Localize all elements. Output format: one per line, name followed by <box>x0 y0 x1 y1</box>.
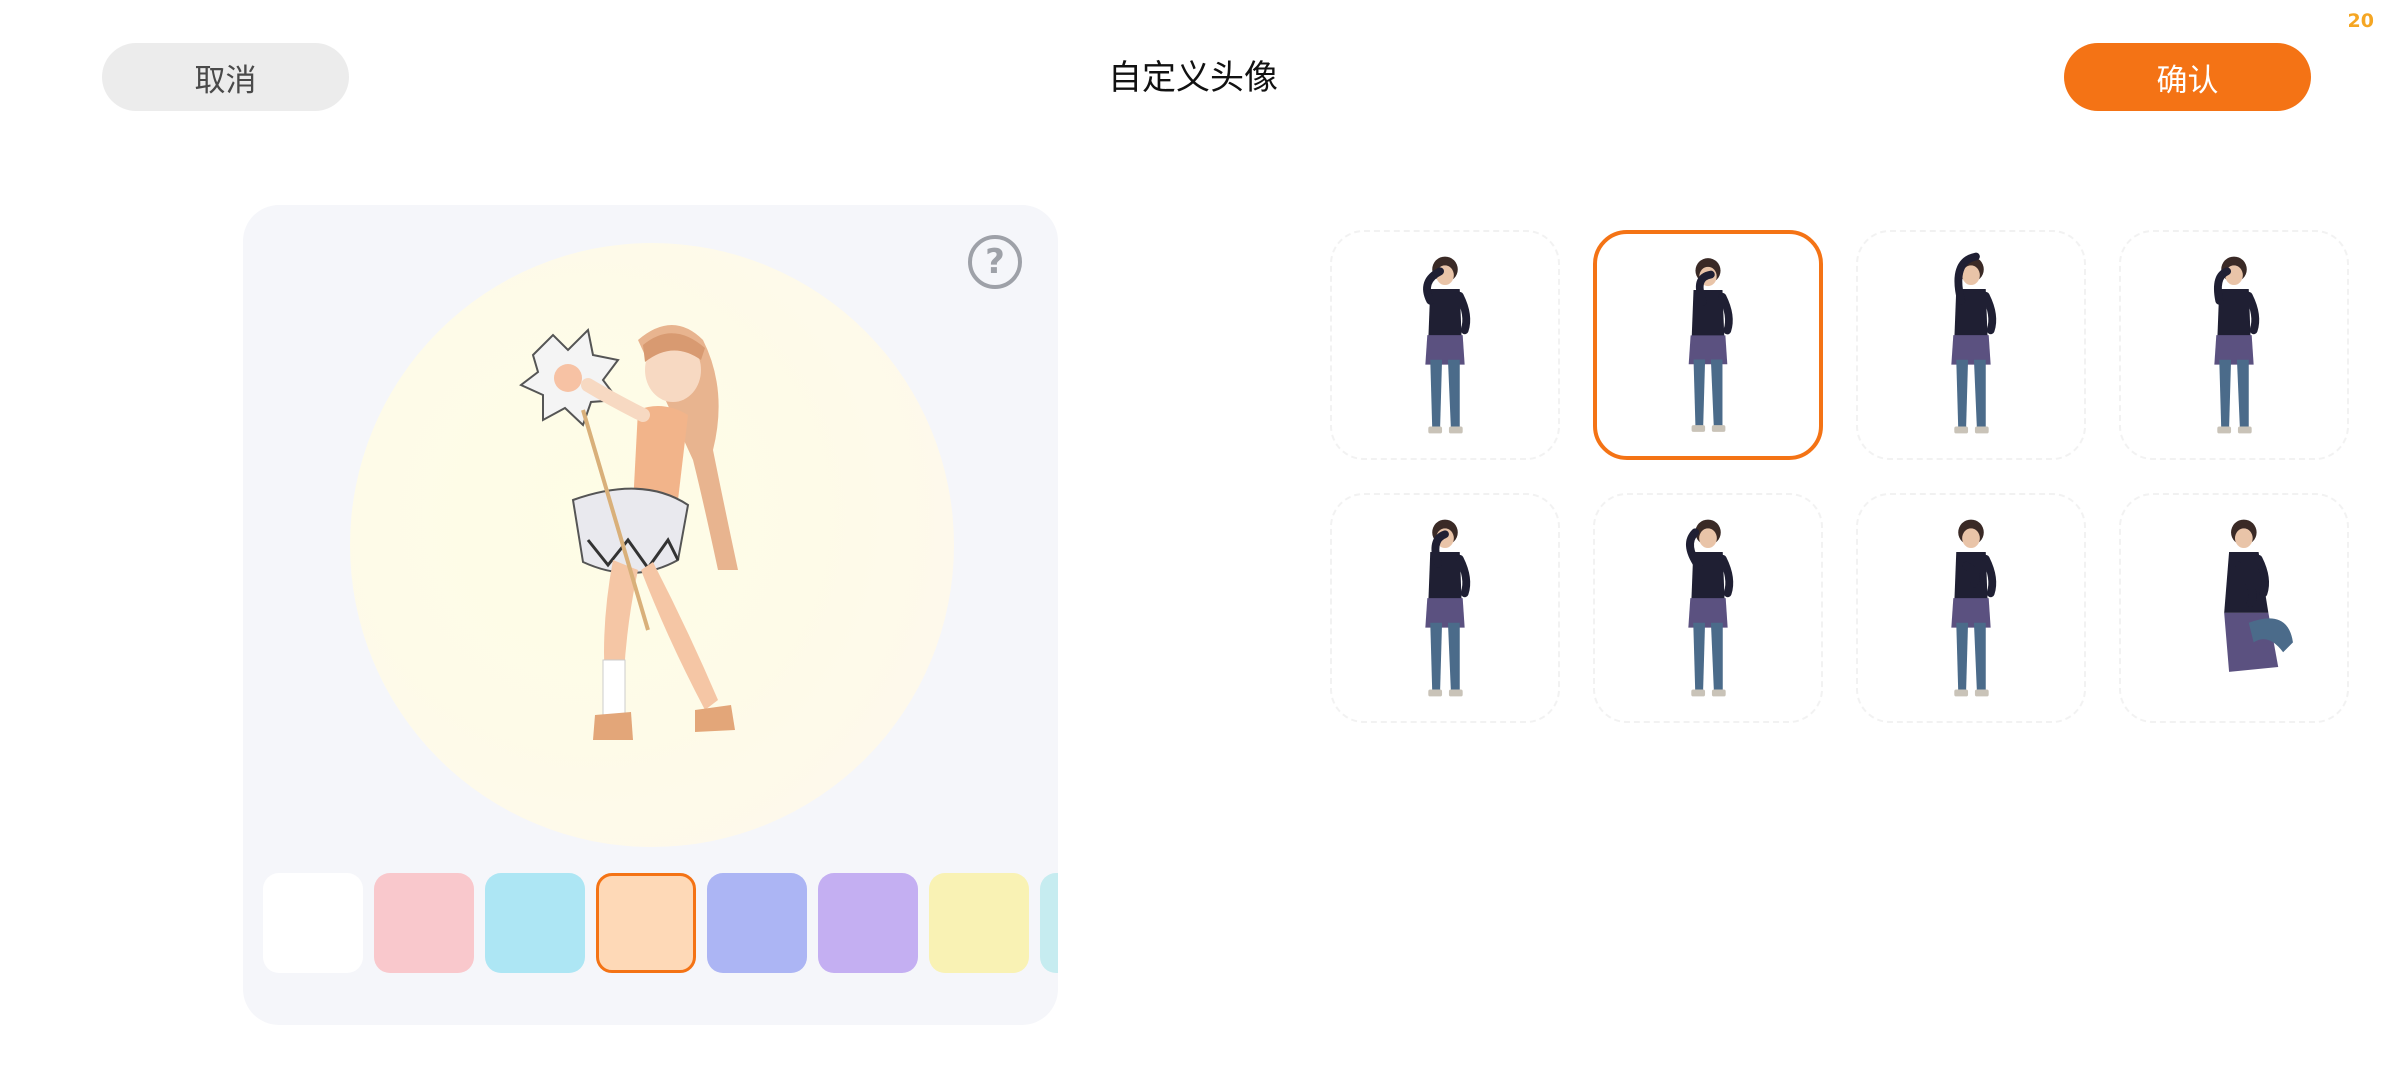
color-swatch-peach[interactable] <box>596 873 696 973</box>
pose-option-6[interactable] <box>1593 493 1823 723</box>
pose-option-2[interactable] <box>1593 230 1823 460</box>
pose-thumbnail <box>2224 519 2293 672</box>
color-swatch-pink[interactable] <box>374 873 474 973</box>
avatar-character-preview <box>519 325 738 740</box>
pose-thumbnail <box>1425 519 1471 697</box>
pose-thumbnail <box>1686 519 1734 697</box>
avatar-preview-panel: ? <box>243 205 1058 1025</box>
confirm-button[interactable]: 确认 <box>2064 43 2311 111</box>
pose-option-3[interactable] <box>1856 230 2086 460</box>
pose-option-8[interactable] <box>2119 493 2349 723</box>
pose-option-5[interactable] <box>1330 493 1560 723</box>
color-swatch-periwinkle[interactable] <box>707 873 807 973</box>
help-icon[interactable]: ? <box>968 235 1022 289</box>
pose-option-7[interactable] <box>1856 493 2086 723</box>
color-swatch-white[interactable] <box>263 873 363 973</box>
pose-grid <box>1330 230 2360 730</box>
pose-thumbnail <box>1951 252 1997 434</box>
page-title: 自定义头像 <box>1108 58 1278 98</box>
pose-thumbnail <box>1688 258 1733 432</box>
color-swatch-pale-yellow[interactable] <box>929 873 1029 973</box>
pose-thumbnail <box>2213 256 2260 434</box>
pose-thumbnail <box>1951 519 1997 697</box>
fps-counter: 20 <box>2347 10 2374 32</box>
color-swatch-light-blue[interactable] <box>485 873 585 973</box>
color-swatch-cyan-partial[interactable] <box>1040 873 1058 973</box>
pose-thumbnail <box>1423 256 1471 434</box>
pose-option-4[interactable] <box>2119 230 2349 460</box>
background-color-picker <box>263 873 1058 975</box>
color-swatch-lavender[interactable] <box>818 873 918 973</box>
pose-option-1[interactable] <box>1330 230 1560 460</box>
